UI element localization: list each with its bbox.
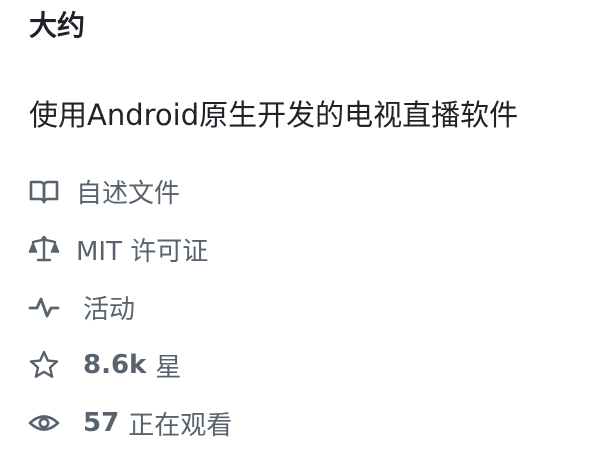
watchers-link[interactable]: 57 正在观看: [27, 403, 232, 443]
star-icon: [27, 348, 61, 382]
eye-icon: [27, 406, 61, 440]
stars-label: 星: [155, 352, 182, 383]
stars-count: 8.6k: [83, 350, 147, 380]
watchers-label: 正在观看: [128, 410, 233, 441]
about-section: 大约 使用Android原生开发的电视直播软件 自述文件 MIT 许可证 活动 …: [0, 0, 596, 450]
stars-link[interactable]: 8.6k 星: [27, 345, 181, 385]
law-icon: [27, 232, 61, 266]
watchers-count: 57: [83, 408, 120, 438]
license-label: MIT 许可证: [76, 236, 209, 267]
pulse-icon: [27, 290, 61, 324]
about-heading: 大约: [29, 9, 86, 42]
repo-description: 使用Android原生开发的电视直播软件: [29, 98, 519, 132]
readme-link[interactable]: 自述文件: [27, 171, 180, 211]
readme-label: 自述文件: [76, 178, 181, 209]
activity-link[interactable]: 活动: [27, 287, 135, 327]
license-link[interactable]: MIT 许可证: [27, 229, 208, 269]
book-icon: [27, 174, 61, 208]
activity-label: 活动: [83, 294, 136, 325]
